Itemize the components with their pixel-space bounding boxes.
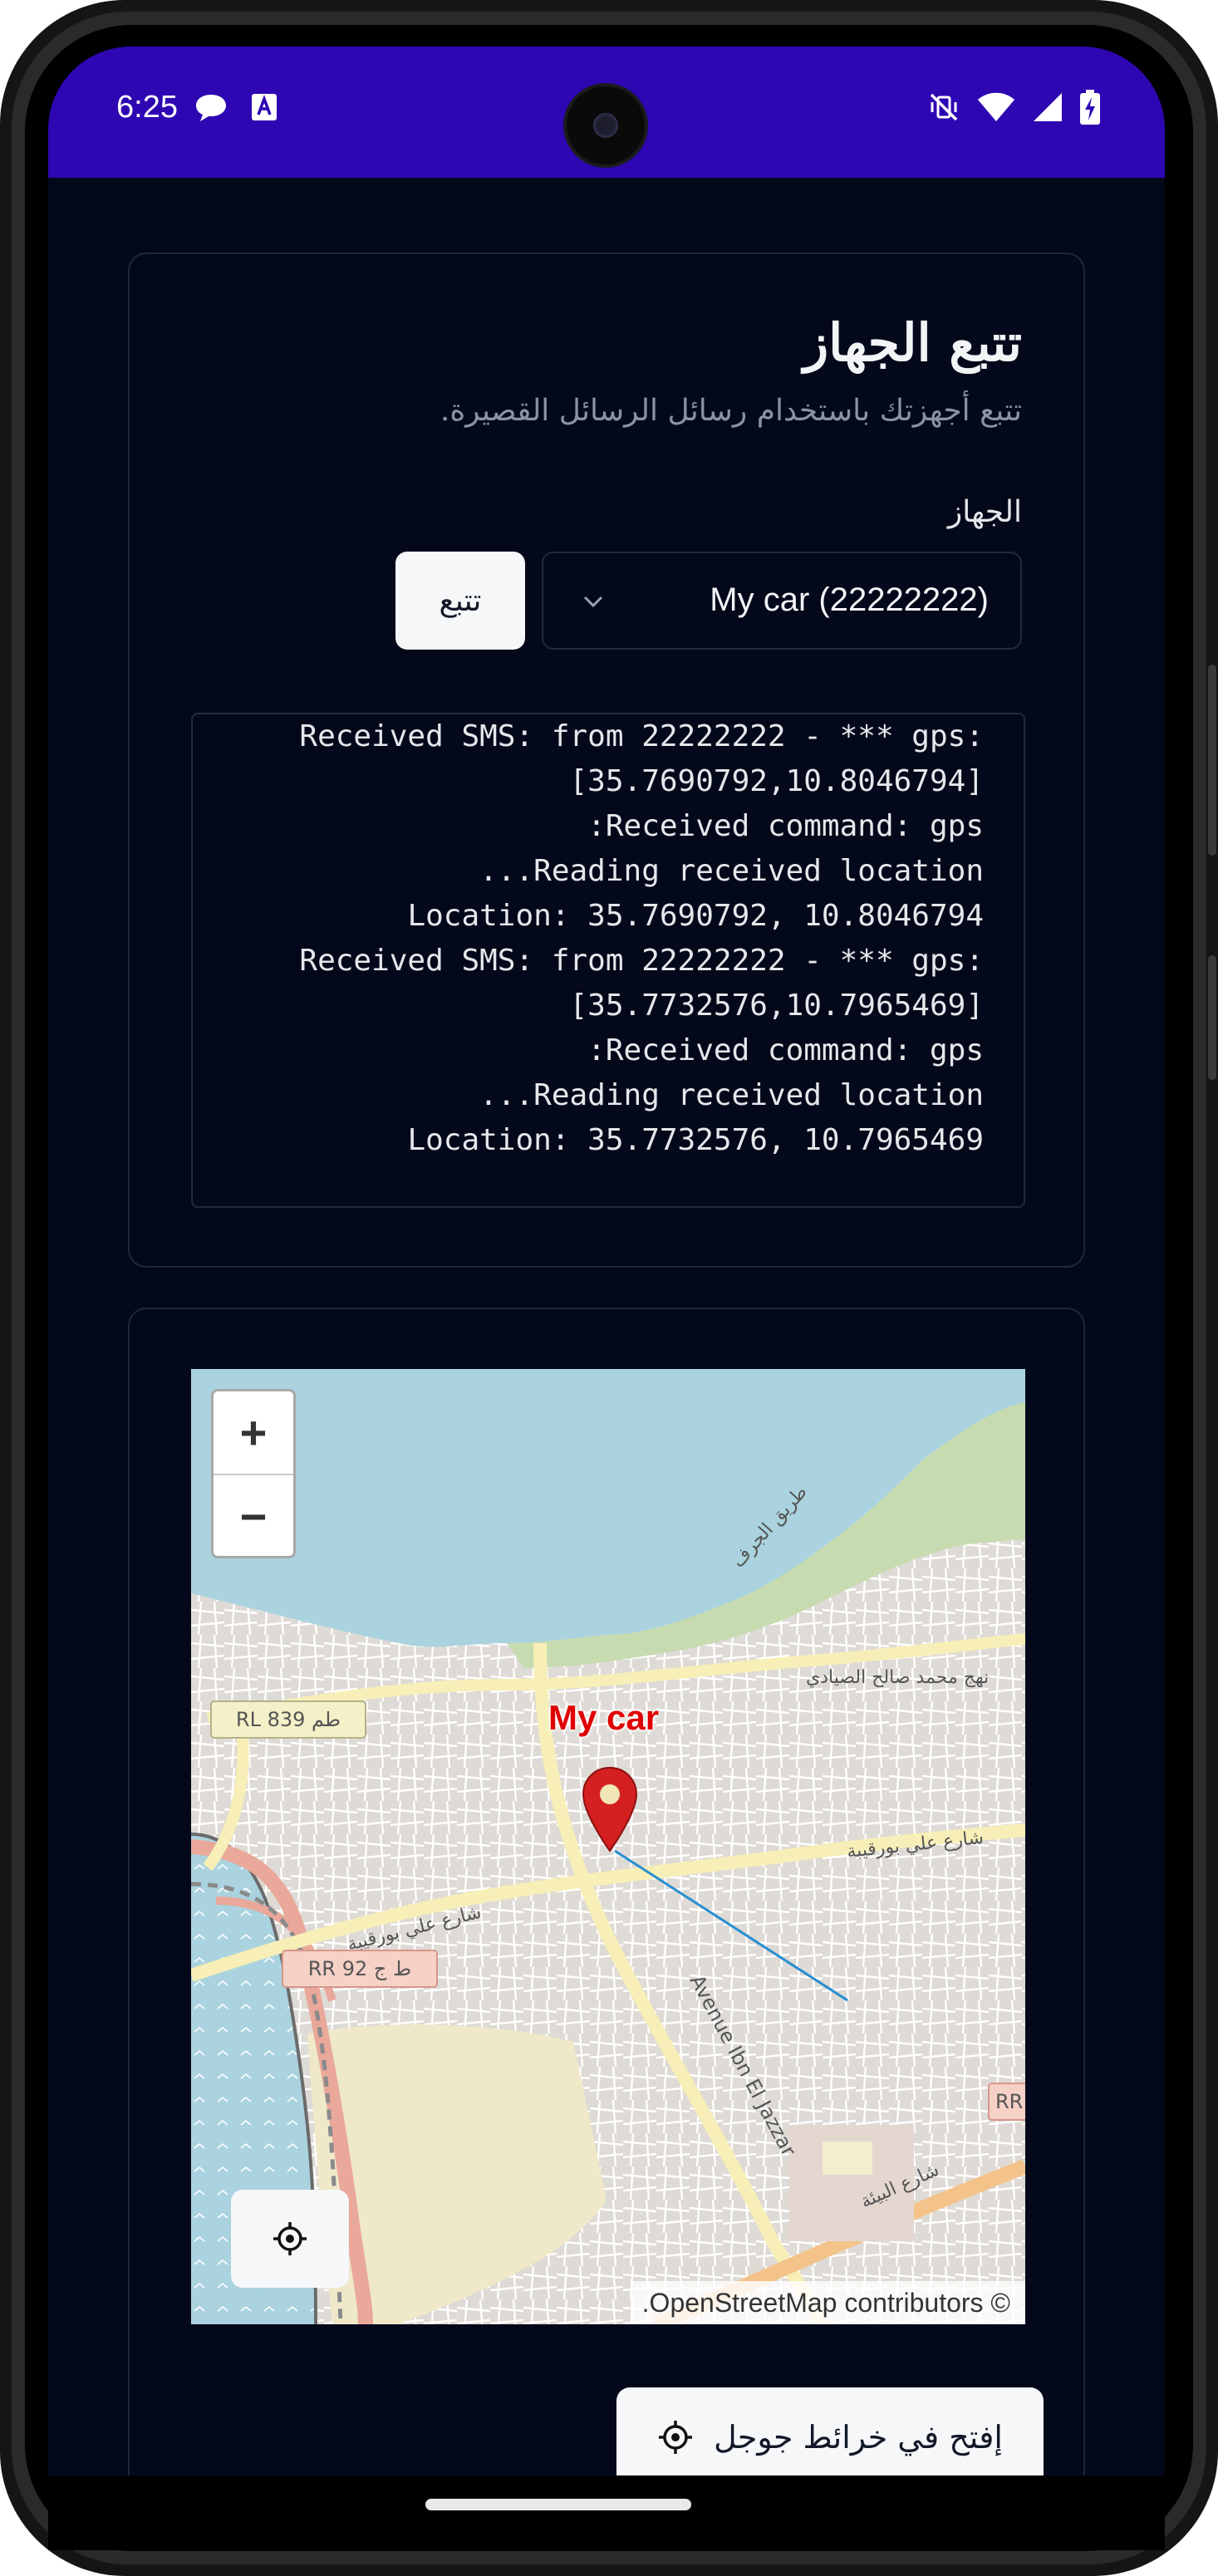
map-shield-rr-edge: RR: [995, 2090, 1023, 2113]
log-line: Location: 35.7690792, 10.8046794: [407, 899, 984, 933]
status-right-icons: [927, 90, 1100, 125]
map-tiles: طريق الجرف نهج محمد صالح الصيادي شارع عل…: [191, 1369, 1025, 2324]
marker-label: My car: [548, 1698, 660, 1737]
map-shield-rl839: RL 839 طم: [236, 1708, 341, 1731]
log-line: ...Reading received location: [479, 854, 984, 888]
status-left-icons: [194, 93, 277, 123]
volume-button: [1208, 665, 1216, 856]
signal-icon: [1034, 93, 1062, 121]
zoom-control: + −: [211, 1389, 296, 1558]
device-select-value: My car (22222222): [710, 581, 989, 618]
status-time: 6:25: [116, 90, 178, 125]
device-tracking-card: تتبع الجهاز تتبع أجهزتك باستخدام رسائل ا…: [128, 253, 1085, 1268]
a-box-icon: [252, 94, 277, 120]
page-title: تتبع الجهاز: [803, 312, 1022, 373]
map-label-saleh-road: نهج محمد صالح الصيادي: [806, 1667, 989, 1688]
sms-log-lines: Received SMS: from 22222222 - *** gps: [3…: [236, 714, 984, 1163]
log-line: [35.7690792,10.8046794]: [569, 764, 985, 798]
log-line: ...Reading received location: [479, 1078, 984, 1112]
open-google-maps-button[interactable]: إفتح في خرائط جوجل: [616, 2387, 1044, 2475]
gesture-bar-area: [48, 2475, 1165, 2550]
gesture-nav-pill[interactable]: [425, 2499, 691, 2510]
battery-charging-icon: [1080, 90, 1100, 125]
log-line: Location: 35.7732576, 10.7965469: [407, 1123, 984, 1157]
muted-vibrate-icon: [930, 93, 958, 121]
log-line: Received SMS: from 22222222 - *** gps:: [299, 719, 984, 753]
log-line: Received SMS: from 22222222 - *** gps:: [299, 944, 984, 978]
locate-icon: [659, 2421, 693, 2454]
map-card: طريق الجرف نهج محمد صالح الصيادي شارع عل…: [128, 1308, 1085, 2475]
map-shield-rr92: RR 92 ط ج: [308, 1957, 411, 1980]
chat-bubble-icon: [196, 95, 226, 121]
content: تتبع الجهاز تتبع أجهزتك باستخدام رسائل ا…: [48, 178, 1165, 2475]
power-button: [1208, 955, 1216, 1080]
status-bar: 6:25: [48, 47, 1165, 178]
locate-button[interactable]: [231, 2190, 349, 2288]
chevron-down-icon: [583, 596, 603, 608]
log-line: [35.7732576,10.7965469]: [569, 989, 985, 1023]
device-label: الجهاز: [947, 495, 1022, 529]
page-subtitle: تتبع أجهزتك باستخدام رسائل الرسائل القصي…: [440, 394, 1022, 428]
wifi-icon: [978, 92, 1014, 121]
screen: 6:25 تتبع الجهاز تتبع أجهزتك باستخدام رس…: [48, 47, 1165, 2475]
zoom-out-button[interactable]: −: [214, 1475, 293, 1556]
zoom-in-button[interactable]: +: [214, 1391, 293, 1475]
log-line: :Received command: gps: [587, 1033, 984, 1067]
sms-log[interactable]: Received SMS: from 22222222 - *** gps: [3…: [191, 713, 1025, 1208]
track-button[interactable]: تتبع: [395, 552, 525, 650]
log-line: :Received command: gps: [587, 809, 984, 843]
device-select[interactable]: My car (22222222): [542, 552, 1022, 650]
map-attribution[interactable]: .OpenStreetMap contributors ©: [630, 2281, 1025, 2324]
map[interactable]: طريق الجرف نهج محمد صالح الصيادي شارع عل…: [191, 1369, 1025, 2324]
front-camera: [567, 86, 645, 164]
locate-icon: [273, 2222, 307, 2255]
open-google-maps-label: إفتح في خرائط جوجل: [714, 2419, 1003, 2456]
